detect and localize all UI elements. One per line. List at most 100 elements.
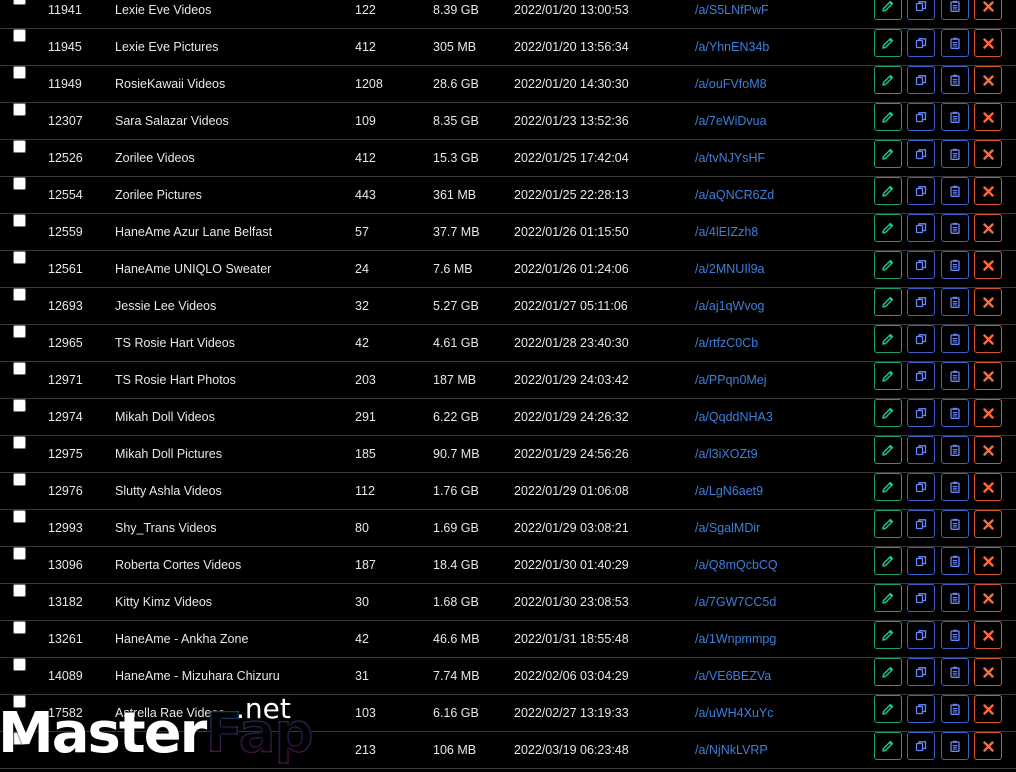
copy-button[interactable] — [907, 584, 935, 612]
clipboard-button[interactable] — [941, 140, 969, 168]
album-link[interactable]: /a/aj1qWvog — [695, 288, 764, 325]
delete-button[interactable] — [974, 288, 1002, 316]
album-link[interactable]: /a/2MNUIl9a — [695, 251, 764, 288]
edit-button[interactable] — [874, 103, 902, 131]
clipboard-button[interactable] — [941, 436, 969, 464]
clipboard-button[interactable] — [941, 288, 969, 316]
clipboard-button[interactable] — [941, 510, 969, 538]
row-checkbox[interactable] — [13, 547, 26, 560]
delete-button[interactable] — [974, 177, 1002, 205]
row-checkbox[interactable] — [13, 473, 26, 486]
delete-button[interactable] — [974, 658, 1002, 686]
copy-button[interactable] — [907, 362, 935, 390]
row-checkbox[interactable] — [13, 103, 26, 116]
clipboard-button[interactable] — [941, 621, 969, 649]
album-link[interactable]: /a/YhnEN34b — [695, 29, 769, 66]
copy-button[interactable] — [907, 251, 935, 279]
album-link[interactable]: /a/PPqn0Mej — [695, 362, 767, 399]
edit-button[interactable] — [874, 288, 902, 316]
delete-button[interactable] — [974, 473, 1002, 501]
album-link[interactable]: /a/Q8mQcbCQ — [695, 547, 778, 584]
copy-button[interactable] — [907, 29, 935, 57]
row-checkbox[interactable] — [13, 399, 26, 412]
clipboard-button[interactable] — [941, 251, 969, 279]
copy-button[interactable] — [907, 66, 935, 94]
album-link[interactable]: /a/7eWiDvua — [695, 103, 767, 140]
album-link[interactable]: /a/tvNJYsHF — [695, 140, 765, 177]
clipboard-button[interactable] — [941, 584, 969, 612]
copy-button[interactable] — [907, 0, 935, 20]
album-link[interactable]: /a/1Wnpmmpg — [695, 621, 776, 658]
edit-button[interactable] — [874, 510, 902, 538]
edit-button[interactable] — [874, 473, 902, 501]
clipboard-button[interactable] — [941, 325, 969, 353]
copy-button[interactable] — [907, 436, 935, 464]
row-checkbox[interactable] — [13, 177, 26, 190]
row-checkbox[interactable] — [13, 362, 26, 375]
row-checkbox[interactable] — [13, 214, 26, 227]
row-checkbox[interactable] — [13, 66, 26, 79]
delete-button[interactable] — [974, 399, 1002, 427]
album-link[interactable]: /a/SgalMDir — [695, 510, 760, 547]
edit-button[interactable] — [874, 325, 902, 353]
edit-button[interactable] — [874, 584, 902, 612]
clipboard-button[interactable] — [941, 66, 969, 94]
album-link[interactable]: /a/uWH4XuYc — [695, 695, 774, 732]
album-link[interactable]: /a/QqddNHA3 — [695, 399, 773, 436]
clipboard-button[interactable] — [941, 658, 969, 686]
album-link[interactable]: /a/NjNkLVRP — [695, 732, 768, 769]
delete-button[interactable] — [974, 584, 1002, 612]
album-link[interactable]: /a/l3iXOZt9 — [695, 436, 758, 473]
edit-button[interactable] — [874, 251, 902, 279]
copy-button[interactable] — [907, 177, 935, 205]
copy-button[interactable] — [907, 399, 935, 427]
copy-button[interactable] — [907, 140, 935, 168]
delete-button[interactable] — [974, 732, 1002, 760]
delete-button[interactable] — [974, 103, 1002, 131]
clipboard-button[interactable] — [941, 29, 969, 57]
album-link[interactable]: /a/ouFVfoM8 — [695, 66, 767, 103]
clipboard-button[interactable] — [941, 695, 969, 723]
row-checkbox[interactable] — [13, 621, 26, 634]
edit-button[interactable] — [874, 732, 902, 760]
copy-button[interactable] — [907, 214, 935, 242]
clipboard-button[interactable] — [941, 732, 969, 760]
clipboard-button[interactable] — [941, 362, 969, 390]
album-link[interactable]: /a/VE6BEZVa — [695, 658, 771, 695]
row-checkbox[interactable] — [13, 436, 26, 449]
copy-button[interactable] — [907, 695, 935, 723]
row-checkbox[interactable] — [13, 140, 26, 153]
album-link[interactable]: /a/rtfzC0Cb — [695, 325, 758, 362]
edit-button[interactable] — [874, 29, 902, 57]
row-checkbox[interactable] — [13, 658, 26, 671]
edit-button[interactable] — [874, 547, 902, 575]
edit-button[interactable] — [874, 214, 902, 242]
copy-button[interactable] — [907, 473, 935, 501]
copy-button[interactable] — [907, 510, 935, 538]
clipboard-button[interactable] — [941, 177, 969, 205]
clipboard-button[interactable] — [941, 547, 969, 575]
delete-button[interactable] — [974, 436, 1002, 464]
row-checkbox[interactable] — [13, 510, 26, 523]
row-checkbox[interactable] — [13, 584, 26, 597]
delete-button[interactable] — [974, 621, 1002, 649]
delete-button[interactable] — [974, 0, 1002, 20]
delete-button[interactable] — [974, 362, 1002, 390]
row-checkbox[interactable] — [13, 325, 26, 338]
copy-button[interactable] — [907, 103, 935, 131]
delete-button[interactable] — [974, 547, 1002, 575]
edit-button[interactable] — [874, 0, 902, 20]
row-checkbox[interactable] — [13, 29, 26, 42]
delete-button[interactable] — [974, 510, 1002, 538]
delete-button[interactable] — [974, 140, 1002, 168]
edit-button[interactable] — [874, 695, 902, 723]
copy-button[interactable] — [907, 621, 935, 649]
copy-button[interactable] — [907, 325, 935, 353]
clipboard-button[interactable] — [941, 214, 969, 242]
edit-button[interactable] — [874, 140, 902, 168]
row-checkbox[interactable] — [13, 0, 26, 5]
copy-button[interactable] — [907, 288, 935, 316]
clipboard-button[interactable] — [941, 473, 969, 501]
row-checkbox[interactable] — [13, 251, 26, 264]
delete-button[interactable] — [974, 251, 1002, 279]
